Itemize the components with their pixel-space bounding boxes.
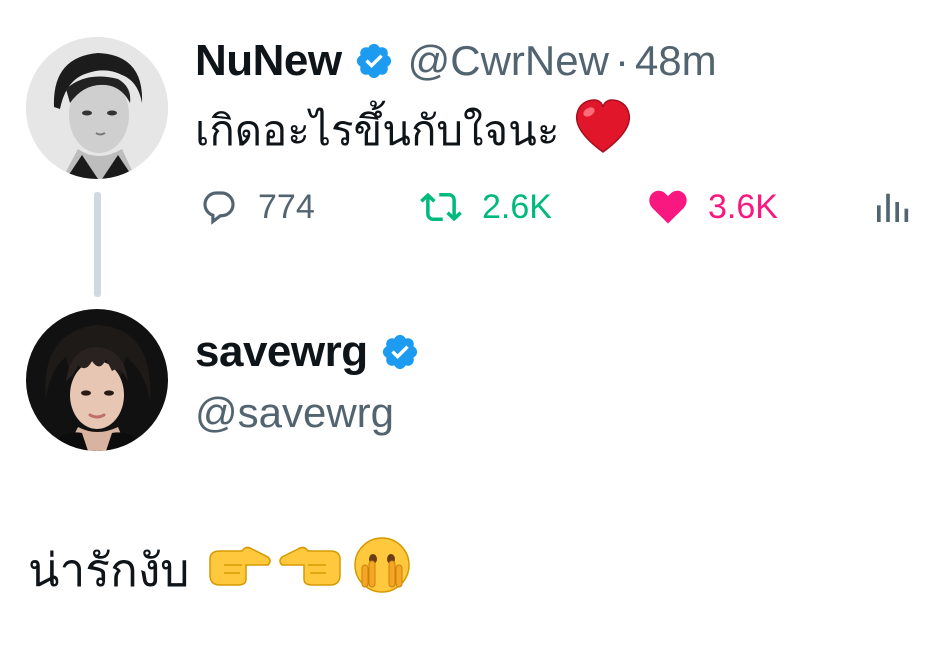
reply-header: savewrg [195, 327, 420, 377]
retweet-icon [420, 192, 462, 222]
handle[interactable]: @savewrg [195, 389, 394, 437]
display-name[interactable]: NuNew [195, 36, 342, 86]
face-hand-over-mouth-emoji-icon [352, 535, 412, 606]
reply-count: 774 [258, 187, 315, 226]
like-count: 3.6K [708, 187, 778, 226]
reply-text: น่ารักงับ [28, 534, 412, 607]
reply-handle-row: @savewrg [195, 388, 394, 438]
avatar-photo-savewrg [26, 309, 168, 451]
avatar[interactable] [26, 309, 168, 451]
heart-filled-icon [649, 190, 687, 224]
pointing-left-emoji-icon [278, 539, 344, 602]
tweet-actions: 774 2.6K 3.6K [196, 182, 936, 232]
red-heart-emoji-icon [573, 98, 633, 164]
retweet-count: 2.6K [482, 187, 552, 226]
avatar-photo-nunew [26, 37, 168, 179]
timestamp[interactable]: 48m [635, 37, 717, 85]
reply-text-body: น่ารักงับ [28, 543, 190, 597]
reply-button[interactable]: 774 [196, 182, 315, 232]
avatar[interactable] [26, 37, 168, 179]
thread-line [94, 192, 101, 297]
verified-badge-icon [354, 41, 394, 81]
pointing-right-emoji-icon [206, 539, 272, 602]
views-chart-icon [877, 193, 909, 222]
separator-dot: · [614, 37, 629, 84]
tweet-text-body: เกิดอะไรขึ้นกับใจนะ [195, 106, 560, 155]
retweet-button[interactable]: 2.6K [416, 182, 552, 232]
display-name[interactable]: savewrg [195, 327, 368, 377]
reply-icon [203, 191, 235, 225]
like-button[interactable]: 3.6K [644, 182, 778, 232]
tweet-text: เกิดอะไรขึ้นกับใจนะ [195, 98, 633, 164]
verified-badge-icon [380, 332, 420, 372]
views-button[interactable] [870, 182, 914, 232]
tweet-header: NuNew @CwrNew · 48m [195, 36, 717, 86]
handle[interactable]: @CwrNew [408, 37, 609, 85]
